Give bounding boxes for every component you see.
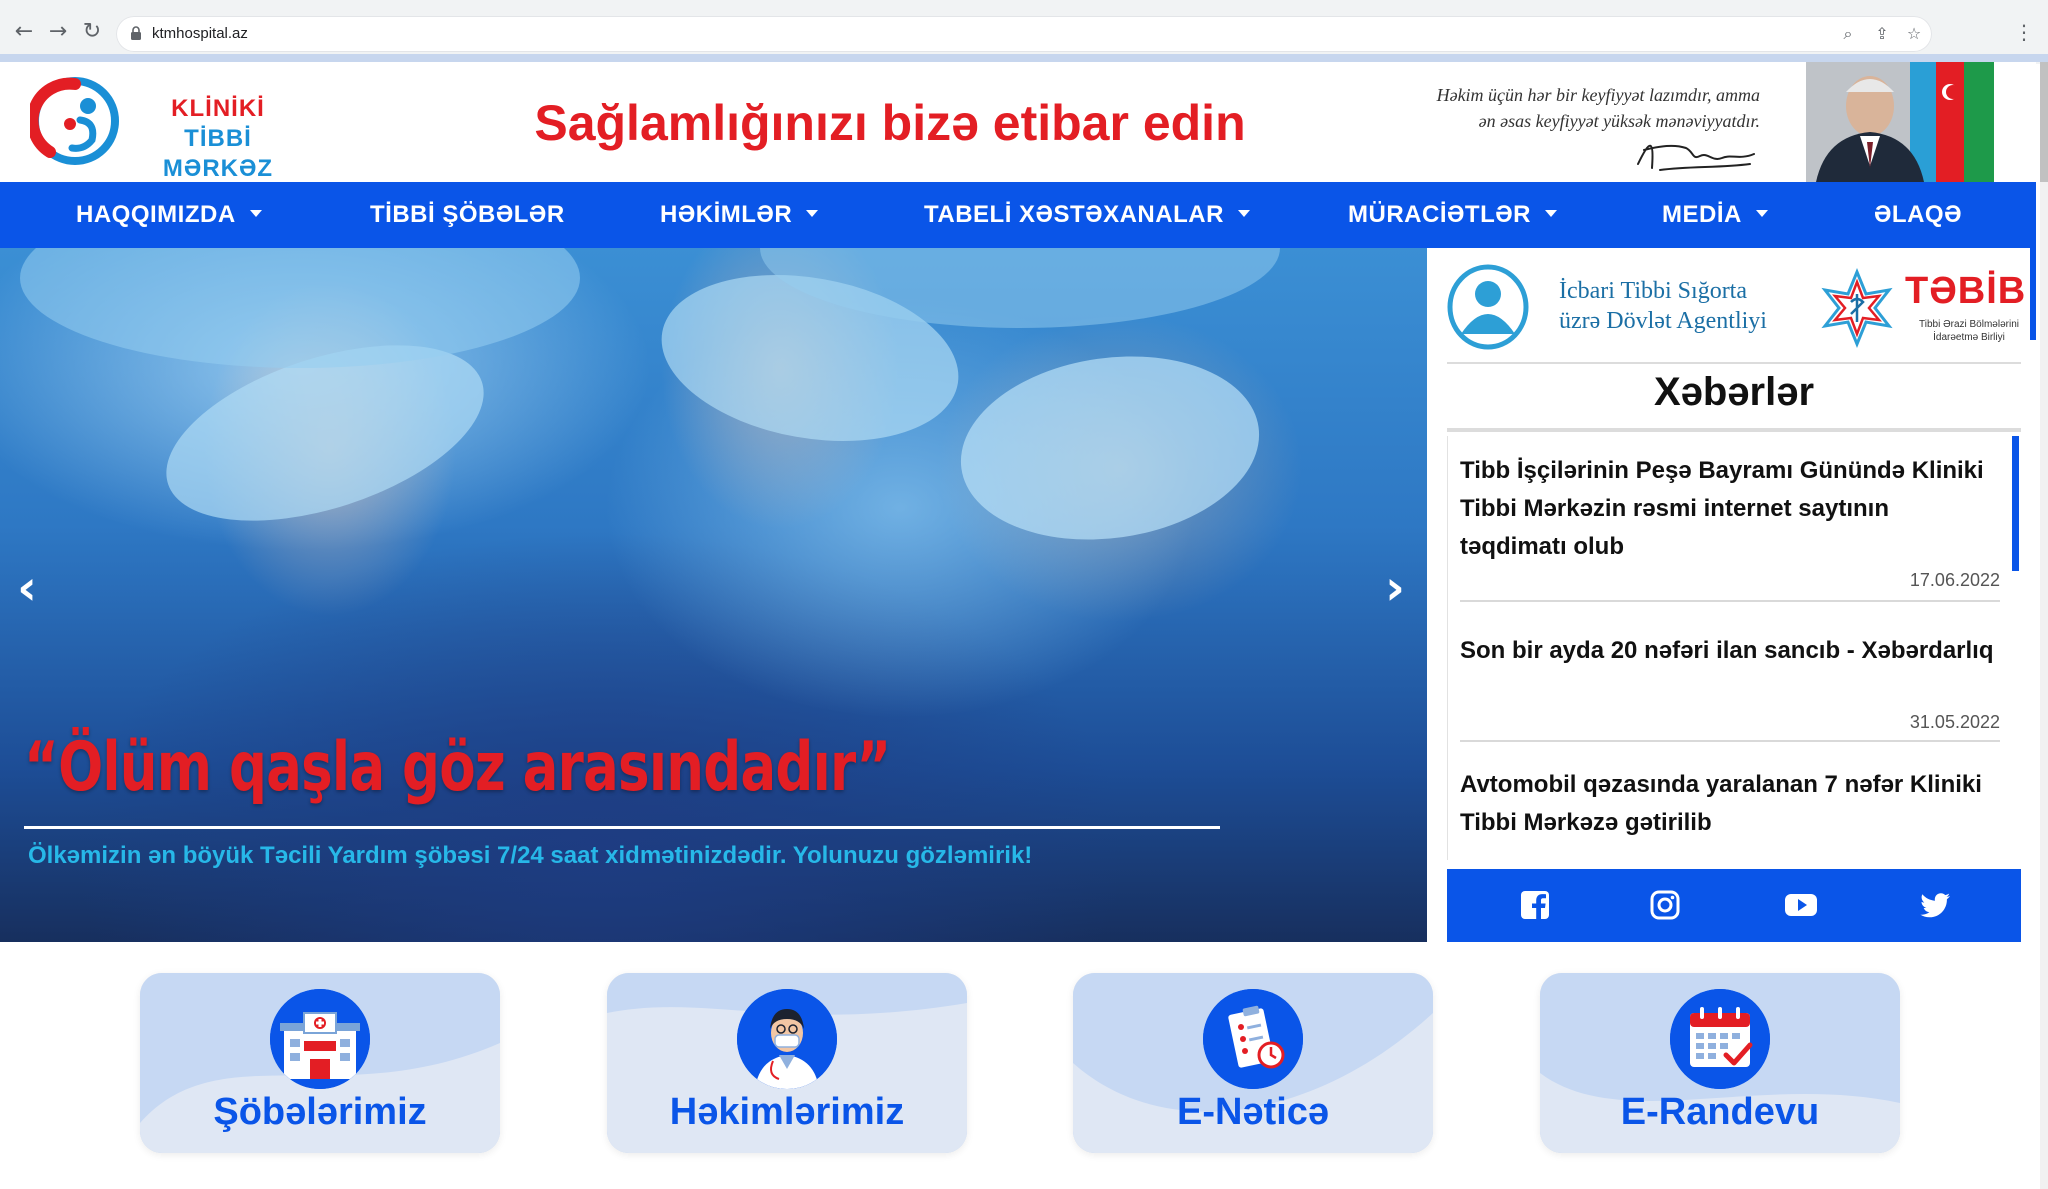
nav-label: TABELİ XƏSTƏXANALAR	[924, 201, 1224, 228]
quote-line-1: Həkim üçün hər bir keyfiyyət lazımdır, a…	[1436, 85, 1760, 105]
nav-label: ƏLAQƏ	[1874, 201, 1963, 228]
news-item[interactable]: Tibb İşçilərinin Peşə Bayramı Günündə Kl…	[1460, 452, 2000, 612]
partner-its-link[interactable]: İcbari Tibbi Sığorta üzrə Dövlət Agentli…	[1447, 264, 1817, 350]
news-separator	[1460, 740, 2000, 742]
divider	[1447, 362, 2021, 364]
facebook-icon[interactable]	[1517, 887, 1553, 923]
nav-item-media[interactable]: MEDİA	[1662, 182, 1768, 248]
calendar-check-icon	[1670, 989, 1770, 1089]
card-label: E-Randevu	[1620, 1091, 1820, 1133]
tab-strip-line	[0, 54, 2048, 62]
card-label: Həkimlərimiz	[669, 1091, 905, 1133]
nav-label: HƏKİMLƏR	[660, 201, 793, 228]
youtube-icon[interactable]	[1783, 887, 1819, 923]
arrow-left-icon[interactable]: ←	[10, 18, 38, 46]
caret-down-icon	[806, 210, 819, 218]
address-bar[interactable]: ktmhospital.az ⌕ ⇪ ☆	[116, 16, 1932, 52]
social-links	[1447, 869, 2021, 942]
nav-item-haqqimizda[interactable]: HAQQIMIZDA	[76, 182, 262, 248]
partner-scrollbar[interactable]	[2030, 248, 2036, 340]
nav-label: TİBBİ ŞÖBƏLƏR	[370, 201, 565, 228]
nav-item-tabeli-xestexanalar[interactable]: TABELİ XƏSTƏXANALAR	[924, 182, 1250, 248]
news-item-title[interactable]: Son bir ayda 20 nəfəri ilan sancıb - Xəb…	[1460, 632, 2000, 670]
hero-divider	[24, 826, 1220, 829]
logo-line-2: TİBBİ MƏRKƏZ	[162, 125, 274, 182]
caret-down-icon	[1755, 210, 1768, 218]
clipboard-results-icon	[1203, 989, 1303, 1089]
hero-shape	[20, 248, 580, 368]
logo-line-1: KLİNİKİ	[171, 95, 265, 122]
news-item[interactable]: Son bir ayda 20 nəfəri ilan sancıb - Xəb…	[1460, 632, 2000, 762]
hospital-building-icon	[270, 989, 370, 1089]
news-item-title[interactable]: Avtomobil qəzasında yaralanan 7 nəfər Kl…	[1460, 766, 2000, 842]
caret-down-icon	[1545, 210, 1557, 218]
header-quote: Həkim üçün hər bir keyfiyyət lazımdır, a…	[1360, 82, 1760, 134]
site-header: KLİNİKİ TİBBİ MƏRKƏZ Sağlamlığınızı bizə…	[0, 62, 2036, 182]
arrow-right-icon[interactable]: →	[44, 18, 72, 46]
card-label: E-Nəticə	[1176, 1091, 1330, 1133]
quote-line-2: ən əsas keyfiyyət yüksək mənəviyyatdır.	[1478, 111, 1760, 131]
divider	[1447, 428, 2021, 432]
tebib-name: TƏBİB	[1905, 270, 2027, 312]
chevron-right-icon[interactable]: ›	[1370, 558, 1420, 618]
news-heading: Xəbərlər	[1653, 370, 1815, 414]
clinic-logo-text[interactable]: KLİNİKİ TİBBİ MƏRKƏZ	[128, 94, 308, 184]
header-slogan: Sağlamlığınızı bizə etibar edin	[534, 95, 1246, 151]
tebib-sub-line-2: İdarəetmə Birliyi	[1933, 332, 2005, 343]
card-sobelerimiz[interactable]: Şöbələrimiz	[140, 973, 500, 1153]
hero-slider[interactable]: ‹ › “Ölüm qaşla göz arasındadır” Ölkəmiz…	[0, 248, 1427, 942]
news-item-date: 17.06.2022	[1909, 570, 2000, 590]
its-agency-logo-icon	[1447, 264, 1529, 350]
leader-portrait	[1806, 62, 1994, 182]
tebib-logo-icon	[1821, 268, 1893, 348]
caret-down-icon	[1237, 210, 1250, 218]
caret-down-icon	[249, 210, 262, 218]
nav-item-elaqe[interactable]: ƏLAQƏ	[1874, 182, 1962, 248]
news-item-title[interactable]: Tibb İşçilərinin Peşə Bayramı Günündə Kl…	[1460, 452, 2000, 566]
lock-icon	[131, 26, 141, 40]
clinic-logo-icon[interactable]	[30, 76, 120, 166]
nav-label: MÜRACİƏTLƏR	[1348, 201, 1531, 228]
tebib-sub-line-1: Tibbi Ərazi Bölmələrini	[1919, 319, 2019, 330]
chevron-left-icon[interactable]: ‹	[2, 558, 52, 618]
hero-shape	[948, 337, 1272, 559]
instagram-icon[interactable]	[1647, 887, 1683, 923]
tebib-subtitle: Tibbi Ərazi Bölmələrini İdarəetmə Birliy…	[1909, 318, 2029, 344]
its-line-2: üzrə Dövlət Agentliyi	[1559, 308, 1767, 334]
its-line-1: İcbari Tibbi Sığorta	[1559, 278, 1748, 304]
nav-item-hekimler[interactable]: HƏKİMLƏR	[660, 182, 819, 248]
card-e-netice[interactable]: E-Nəticə	[1073, 973, 1433, 1153]
its-agency-name: İcbari Tibbi Sığorta üzrə Dövlət Agentli…	[1559, 278, 1767, 336]
hero-title: “Ölüm qaşla göz arasındadır”	[24, 728, 891, 807]
nav-item-tibbi-sobeler[interactable]: TİBBİ ŞÖBƏLƏR	[370, 182, 565, 248]
card-label: Şöbələrimiz	[213, 1091, 427, 1133]
partner-tebib-link[interactable]: TƏBİB Tibbi Ərazi Bölmələrini İdarəetmə …	[1817, 268, 2032, 348]
kebab-menu-icon[interactable]: ⋮	[2014, 18, 2034, 46]
news-item[interactable]: Avtomobil qəzasında yaralanan 7 nəfər Kl…	[1460, 766, 2000, 860]
twitter-icon[interactable]	[1917, 887, 1953, 923]
page-scrollbar[interactable]	[2040, 62, 2048, 1189]
bookmark-star-icon[interactable]: ☆	[1904, 24, 1924, 44]
portrait-illustration-icon	[1806, 62, 1994, 182]
nav-item-muracietler[interactable]: MÜRACİƏTLƏR	[1348, 182, 1557, 248]
hero-subtitle: Ölkəmizin ən böyük Təcili Yardım şöbəsi …	[28, 842, 1033, 869]
nav-label: MEDİA	[1662, 201, 1742, 228]
url-text[interactable]: ktmhospital.az	[152, 25, 248, 42]
card-e-randevu[interactable]: E-Randevu	[1540, 973, 1900, 1153]
news-scrollbar-thumb[interactable]	[2012, 436, 2019, 571]
main-nav: HAQQIMIZDA TİBBİ ŞÖBƏLƏR HƏKİMLƏR TABELİ…	[0, 182, 2036, 248]
card-hekimlerimiz[interactable]: Həkimlərimiz	[607, 973, 967, 1153]
share-icon[interactable]: ⇪	[1872, 24, 1892, 44]
news-item-date: 31.05.2022	[1909, 712, 2000, 732]
doctor-icon	[737, 989, 837, 1089]
nav-label: HAQQIMIZDA	[76, 201, 236, 228]
signature-icon	[1637, 144, 1755, 171]
page-scrollbar-thumb[interactable]	[2040, 62, 2048, 182]
news-list[interactable]: Tibb İşçilərinin Peşə Bayramı Günündə Kl…	[1447, 436, 2021, 860]
reload-icon[interactable]: ↻	[78, 18, 106, 46]
news-separator	[1460, 600, 2000, 602]
right-sidebar: İcbari Tibbi Sığorta üzrə Dövlət Agentli…	[1427, 248, 2036, 942]
zoom-icon[interactable]: ⌕	[1838, 24, 1858, 44]
